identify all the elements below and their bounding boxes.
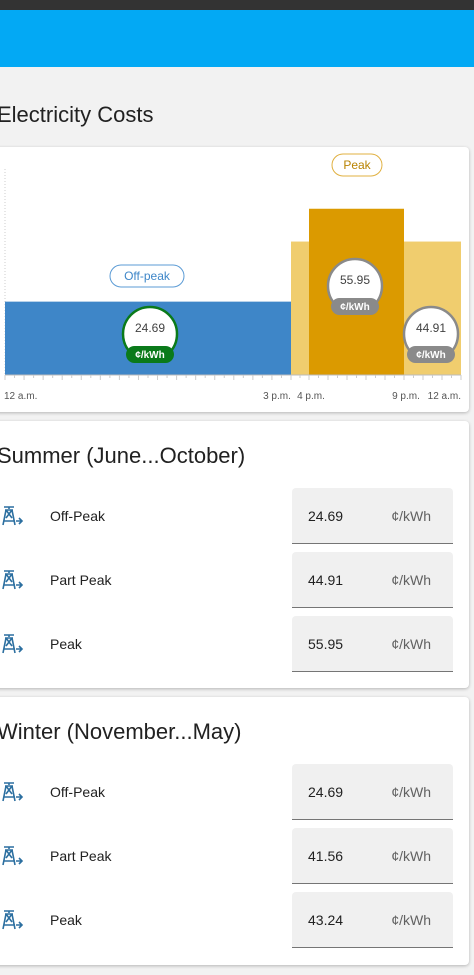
rate-label: Off-Peak: [50, 784, 105, 800]
page-title: Electricity Costs: [0, 102, 154, 127]
rate-value[interactable]: 24.69: [308, 784, 343, 800]
rate-input-field[interactable]: 55.95 ¢/kWh: [292, 616, 453, 672]
peak-value-bubble: 55.95 ¢/kWh: [326, 257, 384, 315]
x-tick-label: 4 p.m.: [297, 391, 325, 402]
rate-label: Peak: [50, 912, 82, 928]
rate-unit: ¢/kWh: [391, 912, 431, 928]
x-tick-label: 12 a.m.: [4, 391, 37, 402]
winter-row-part-peak: Part Peak 41.56 ¢/kWh: [0, 828, 469, 884]
winter-row-off-peak: Off-Peak 24.69 ¢/kWh: [0, 764, 469, 820]
transmission-tower-export-icon: [2, 846, 24, 866]
off-peak-value-bubble-unit: ¢/kWh: [135, 350, 164, 361]
transmission-tower-export-icon: [2, 782, 24, 802]
rate-label: Off-Peak: [50, 508, 105, 524]
rate-value[interactable]: 24.69: [308, 508, 343, 524]
app-bar: [0, 10, 474, 67]
tou-chart-card: 12 a.m. 3 p.m. 4 p.m. 9 p.m. 12 a.m. Off-peak…: [0, 147, 469, 412]
status-bar: [0, 0, 474, 10]
rate-unit: ¢/kWh: [391, 508, 431, 524]
rate-input-field[interactable]: 24.69 ¢/kWh: [292, 764, 453, 820]
summer-row-peak: Peak 55.95 ¢/kWh: [0, 616, 469, 672]
transmission-tower-export-icon: [2, 570, 24, 590]
off-peak-value-bubble-value: 24.69: [135, 321, 165, 335]
off-peak-pill-label: Off-peak: [109, 264, 185, 288]
summer-row-off-peak: Off-Peak 24.69 ¢/kWh: [0, 488, 469, 544]
rate-unit: ¢/kWh: [391, 784, 431, 800]
part-peak-value-bubble: 44.91 ¢/kWh: [402, 305, 460, 363]
peak-pill-label-text: Peak: [343, 158, 371, 172]
rate-input-field[interactable]: 41.56 ¢/kWh: [292, 828, 453, 884]
rate-input-field[interactable]: 24.69 ¢/kWh: [292, 488, 453, 544]
summer-row-part-peak: Part Peak 44.91 ¢/kWh: [0, 552, 469, 608]
winter-title: Winter (November...May): [0, 719, 242, 744]
rate-value[interactable]: 55.95: [308, 636, 343, 652]
transmission-tower-export-icon: [2, 506, 24, 526]
peak-value-bubble-unit: ¢/kWh: [340, 302, 369, 313]
off-peak-value-bubble: 24.69 ¢/kWh: [121, 305, 179, 363]
x-tick-label: 12 a.m.: [428, 391, 461, 402]
rate-label: Part Peak: [50, 848, 112, 864]
part-peak-value-bubble-unit: ¢/kWh: [416, 350, 445, 361]
peak-pill-label: Peak: [331, 153, 383, 177]
rate-label: Peak: [50, 636, 82, 652]
rate-label: Part Peak: [50, 572, 112, 588]
transmission-tower-export-icon: [2, 634, 24, 654]
winter-card: Winter (November...May) Off-Peak 24.69 ¢…: [0, 697, 469, 965]
off-peak-pill-label-text: Off-peak: [124, 269, 171, 283]
rate-unit: ¢/kWh: [391, 636, 431, 652]
part-peak-value-bubble-value: 44.91: [416, 321, 446, 335]
rate-unit: ¢/kWh: [391, 572, 431, 588]
rate-input-field[interactable]: 44.91 ¢/kWh: [292, 552, 453, 608]
rate-value[interactable]: 43.24: [308, 912, 343, 928]
rate-value[interactable]: 41.56: [308, 848, 343, 864]
transmission-tower-export-icon: [2, 910, 24, 930]
summer-card: Summer (June...October) Off-Peak 24.69 ¢…: [0, 421, 469, 688]
rate-value[interactable]: 44.91: [308, 572, 343, 588]
peak-value-bubble-value: 55.95: [340, 273, 370, 287]
summer-title: Summer (June...October): [0, 443, 246, 468]
tou-chart: 12 a.m. 3 p.m. 4 p.m. 9 p.m. 12 a.m. Off-peak…: [4, 153, 462, 402]
x-tick-label: 9 p.m.: [392, 391, 420, 402]
rate-unit: ¢/kWh: [391, 848, 431, 864]
x-tick-label: 3 p.m.: [263, 391, 291, 402]
rate-input-field[interactable]: 43.24 ¢/kWh: [292, 892, 453, 948]
winter-row-peak: Peak 43.24 ¢/kWh: [0, 892, 469, 948]
